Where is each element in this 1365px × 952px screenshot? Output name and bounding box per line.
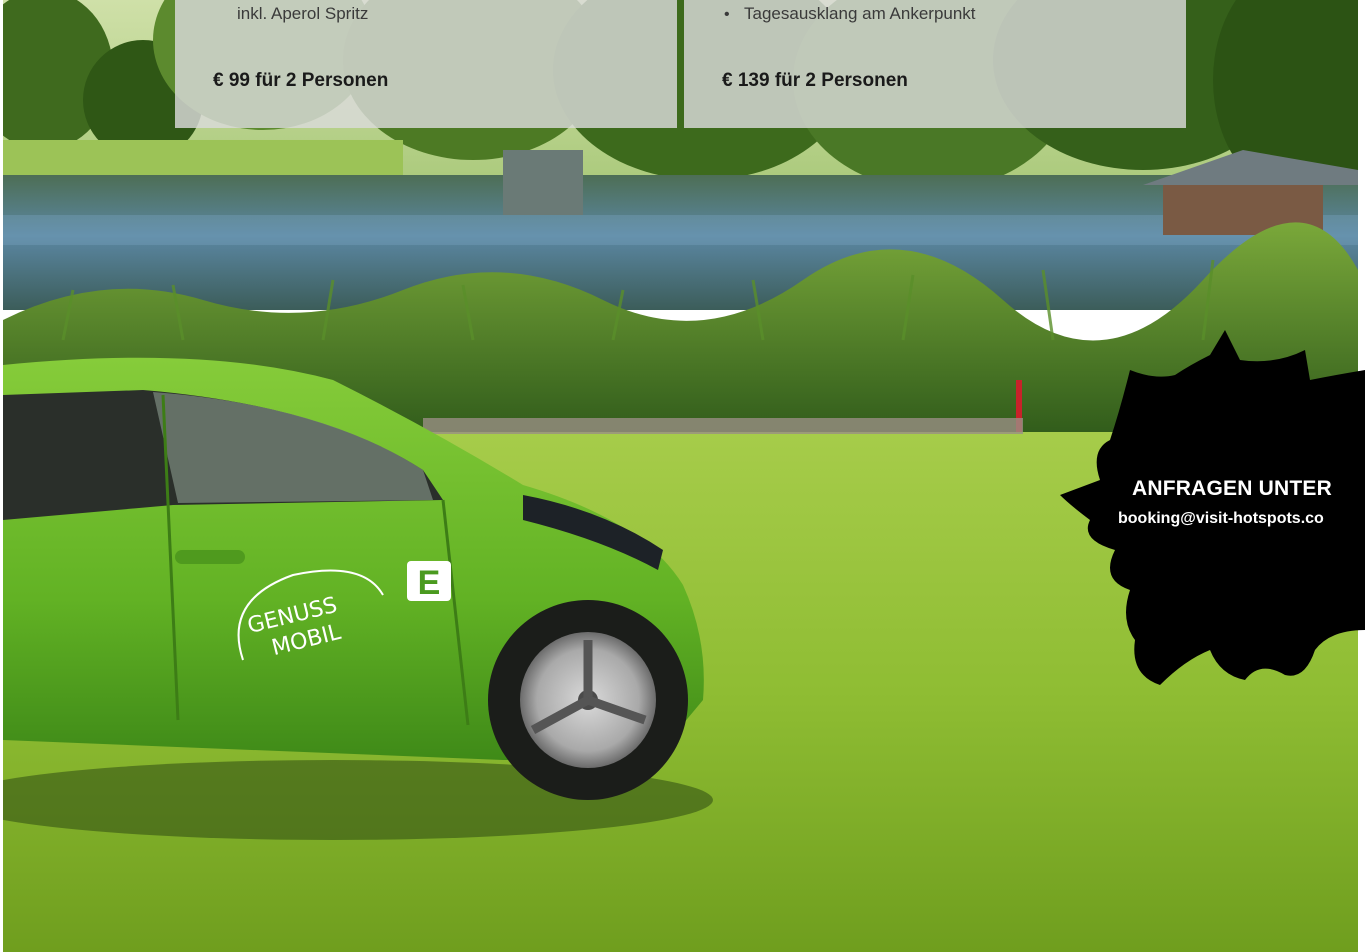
offer-left-line: inkl. Aperol Spritz (237, 4, 369, 23)
offer-card-right: • Tagesausklang am Ankerpunkt € 139 für … (684, 0, 1186, 128)
offer-right-price: € 139 für 2 Personen (722, 70, 908, 91)
e-logo-letter: E (418, 564, 441, 602)
offer-left-price: € 99 für 2 Personen (213, 70, 389, 91)
offer-right-line: Tagesausklang am Ankerpunkt (744, 4, 976, 23)
bullet-icon: • (724, 6, 730, 23)
contact-title: ANFRAGEN UNTER (1132, 477, 1332, 500)
contact-email-link[interactable]: booking@visit-hotspots.co (1118, 510, 1365, 528)
offer-card-left: inkl. Aperol Spritz € 99 für 2 Personen (175, 0, 677, 128)
